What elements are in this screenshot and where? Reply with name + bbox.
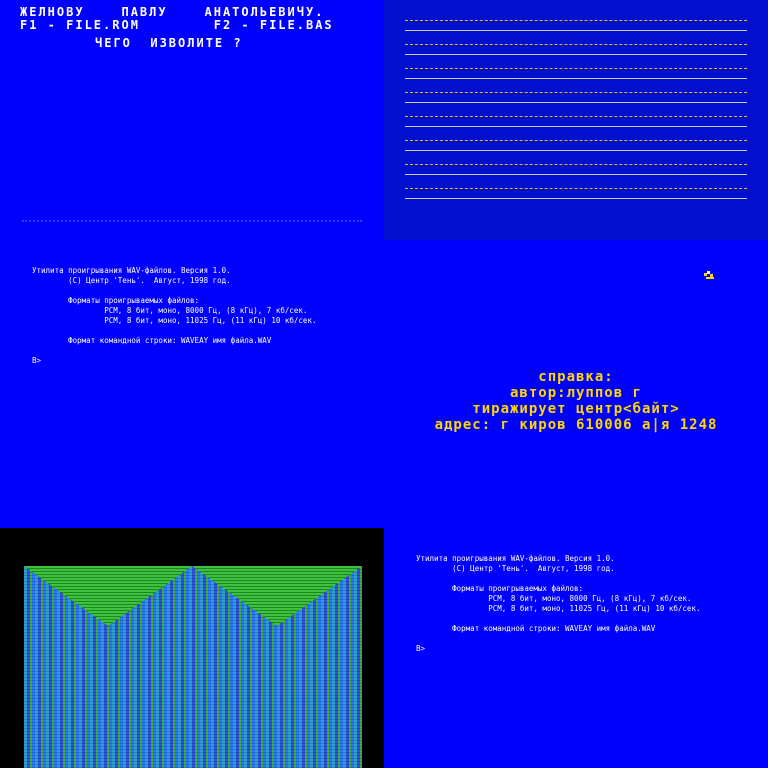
zx-menu-screen: ЖЕЛНОВУ ПАВЛУ АНАТОЛЬЕВИЧУ. F1 - FILE.RO… <box>0 0 384 240</box>
utility-text: Утилита проигрывания WAV-файлов. Версия … <box>32 266 316 366</box>
sprite-icon <box>704 271 714 279</box>
white-stripe <box>405 54 747 55</box>
text-line: Формат командной строки: WAVEAY имя файл… <box>32 336 272 345</box>
text-line: Форматы проигрываемых файлов: <box>416 584 584 593</box>
yellow-stripe <box>405 20 747 21</box>
text-line <box>416 634 700 644</box>
help-title: справка: <box>538 369 614 385</box>
text-line: B> <box>416 644 426 653</box>
text-line: B> <box>32 356 42 365</box>
text-line: Формат командной строки: WAVEAY имя файл… <box>416 624 656 633</box>
yellow-stripe <box>405 92 747 93</box>
yellow-stripe <box>405 116 747 117</box>
text-line <box>416 614 700 624</box>
help-address: адрес: г киров 610006 а|я 1248 <box>434 417 718 433</box>
help-publisher: тиражирует центр<байт> <box>472 401 680 417</box>
white-stripe <box>405 78 747 79</box>
white-stripe <box>405 198 747 199</box>
white-stripe <box>405 150 747 151</box>
file-options-line[interactable]: F1 - FILE.ROM F2 - FILE.BAS <box>20 18 334 32</box>
loading-stripes-screen <box>384 0 768 240</box>
wav-utility-screen-1: Утилита проигрывания WAV-файлов. Версия … <box>0 240 384 528</box>
white-stripe <box>405 102 747 103</box>
yellow-stripe <box>405 68 747 69</box>
text-line: PCM, 8 бит, моно, 8000 Гц, (8 кГц), 7 кб… <box>32 306 308 315</box>
pattern-screen <box>0 528 384 768</box>
yellow-stripe <box>405 140 747 141</box>
prompt-line: ЧЕГО ИЗВОЛИТЕ ? <box>95 36 243 50</box>
text-line <box>32 346 316 356</box>
text-line: Утилита проигрывания WAV-файлов. Версия … <box>32 266 231 275</box>
text-line <box>32 286 316 296</box>
white-stripe <box>405 30 747 31</box>
white-stripe <box>405 174 747 175</box>
text-line: PCM, 8 бит, моно, 11025 Гц, (11 кГц) 10 … <box>32 316 317 325</box>
text-line <box>32 326 316 336</box>
help-screen: справка: автор:луппов г тиражирует центр… <box>384 240 768 528</box>
dedication-line: ЖЕЛНОВУ ПАВЛУ АНАТОЛЬЕВИЧУ. <box>20 5 325 19</box>
text-line: Форматы проигрываемых файлов: <box>32 296 200 305</box>
yellow-stripe <box>405 164 747 165</box>
text-line: PCM, 8 бит, моно, 11025 Гц, (11 кГц) 10 … <box>416 604 701 613</box>
utility-text: Утилита проигрывания WAV-файлов. Версия … <box>416 554 700 654</box>
text-line: (C) Центр 'Тень'. Август, 1998 год. <box>32 276 231 285</box>
text-line: (C) Центр 'Тень'. Август, 1998 год. <box>416 564 615 573</box>
text-line: PCM, 8 бит, моно, 8000 Гц, (8 кГц), 7 кб… <box>416 594 692 603</box>
text-line: Утилита проигрывания WAV-файлов. Версия … <box>416 554 615 563</box>
dotted-divider <box>22 220 362 224</box>
yellow-stripe <box>405 188 747 189</box>
help-author: автор:луппов г <box>509 385 642 401</box>
yellow-stripe <box>405 44 747 45</box>
white-stripe <box>405 126 747 127</box>
text-line <box>416 574 700 584</box>
wav-utility-screen-2: Утилита проигрывания WAV-файлов. Версия … <box>384 528 768 768</box>
